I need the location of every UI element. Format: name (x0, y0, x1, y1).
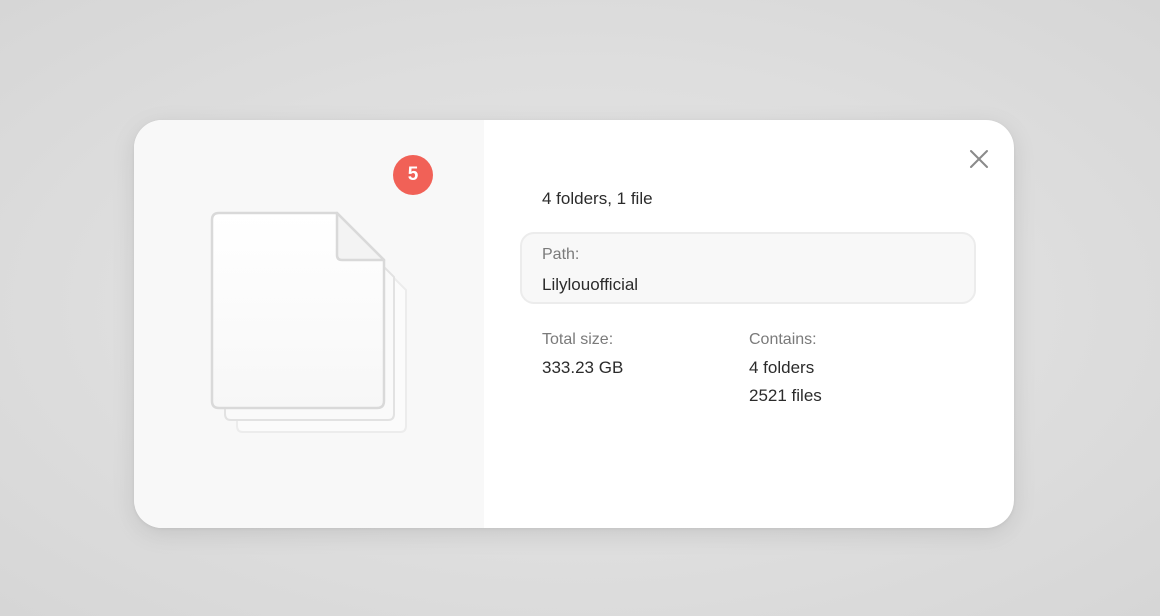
close-button[interactable] (966, 146, 992, 172)
document-stack-icon (210, 211, 407, 433)
path-label: Path: (542, 246, 580, 263)
close-icon (970, 150, 988, 168)
path-box: Path: Lilylouofficial (520, 232, 976, 304)
total-size-value: 333.23 GB (542, 358, 624, 377)
contains-folders: 4 folders (749, 358, 815, 377)
details-panel: 4 folders, 1 file Path: Lilylouofficial … (484, 120, 1014, 528)
contains-label: Contains: (749, 331, 817, 348)
selection-count-badge: 5 (393, 155, 433, 195)
total-size-label: Total size: (542, 331, 614, 348)
selection-summary: 4 folders, 1 file (542, 189, 653, 208)
total-size-stat: Total size: 333.23 GB (542, 330, 623, 382)
document-fold (335, 211, 386, 262)
contains-files: 2521 files (749, 386, 822, 405)
properties-dialog: 5 4 folders, 1 file Path: Lilylouofficia… (134, 120, 1014, 528)
contains-stat: Contains: 4 folders 2521 files (749, 330, 822, 410)
path-value: Lilylouofficial (542, 275, 639, 294)
preview-panel: 5 (134, 120, 484, 528)
